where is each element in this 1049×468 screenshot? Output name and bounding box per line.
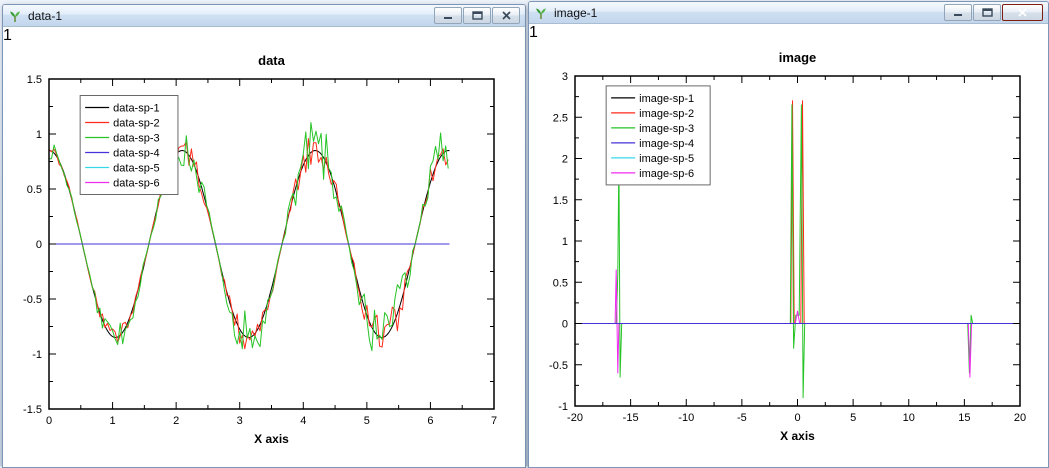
legend: data-sp-1 data-sp-2 data-sp-3 data-sp-4 data… [80, 96, 178, 195]
svg-text:3: 3 [562, 71, 568, 83]
svg-text:-20: -20 [567, 412, 583, 424]
legend-label: data-sp-3 [113, 133, 159, 145]
svg-text:2: 2 [173, 415, 179, 427]
window-client-area: 1 -20 -15 -10 -5 0 5 10 15 20 -1 -0.5 0 0.5 1 1.5 2 2.5 3… [529, 24, 1048, 455]
svg-text:-5: -5 [737, 412, 747, 424]
svg-text:-0.5: -0.5 [23, 294, 42, 306]
minimize-button[interactable] [434, 7, 462, 24]
window-data-1: data-1 1 0 1 2 3 4 5 6 7 -1.5 -1 -0.5 0 0.5 1 1.5 data X… [2, 4, 526, 468]
svg-text:0: 0 [562, 319, 568, 331]
legend-label: data-sp-1 [113, 103, 159, 115]
app-sprout-icon [7, 8, 23, 24]
window-title: image-1 [554, 6, 597, 20]
legend: image-sp-1 image-sp-2 image-sp-3 image-sp-4… [606, 86, 710, 185]
svg-text:1.5: 1.5 [27, 74, 42, 86]
legend-label: image-sp-6 [639, 168, 694, 180]
chart-title: image [779, 50, 817, 65]
svg-text:3: 3 [237, 415, 243, 427]
window-title: data-1 [28, 9, 62, 23]
legend-label: image-sp-1 [639, 93, 694, 105]
chart-title: data [258, 53, 286, 68]
legend-label: data-sp-5 [113, 163, 159, 175]
svg-text:2.5: 2.5 [553, 112, 568, 124]
window-image-1: image-1 1 -20-15-10-505101520-1-0.500.51… [528, 1, 1049, 468]
svg-text:1.5: 1.5 [553, 195, 568, 207]
svg-text:15: 15 [958, 412, 970, 424]
svg-text:0.5: 0.5 [27, 184, 42, 196]
app-sprout-icon [533, 5, 549, 21]
svg-text:20: 20 [1014, 412, 1026, 424]
window-client-area: 1 0 1 2 3 4 5 6 7 -1.5 -1 -0.5 0 0.5 1 1.5 data X axis da… [3, 27, 525, 458]
plot: -20 -15 -10 -5 0 5 10 15 20 -1 -0.5 0 0.5 1 1.5 2 2.5 3 im… [549, 50, 1026, 443]
legend-label: image-sp-3 [639, 123, 694, 135]
maximize-button[interactable] [463, 7, 491, 24]
plot: 0 1 2 3 4 5 6 7 -1.5 -1 -0.5 0 0.5 1 1.5 data X axis data… [23, 53, 497, 446]
titlebar[interactable]: image-1 [529, 2, 1048, 24]
svg-text:0: 0 [46, 415, 52, 427]
svg-text:-1: -1 [32, 349, 42, 361]
svg-text:-15: -15 [623, 412, 639, 424]
page-1-button[interactable]: 1 [529, 24, 1048, 42]
svg-text:-0.5: -0.5 [549, 360, 568, 372]
svg-text:-1: -1 [558, 401, 568, 413]
svg-text:5: 5 [850, 412, 856, 424]
data-chart[interactable]: 0 1 2 3 4 5 6 7 -1.5 -1 -0.5 0 0.5 1 1.5 data X axis data… [3, 45, 508, 453]
legend-label: image-sp-5 [639, 153, 694, 165]
page-1-button[interactable]: 1 [3, 27, 525, 45]
minimize-button[interactable] [944, 4, 972, 21]
svg-text:5: 5 [364, 415, 370, 427]
svg-text:2: 2 [562, 154, 568, 166]
svg-text:1: 1 [562, 236, 568, 248]
svg-text:-10: -10 [678, 412, 694, 424]
svg-text:-1.5: -1.5 [23, 404, 42, 416]
legend-label: data-sp-4 [113, 148, 159, 160]
svg-text:0.5: 0.5 [553, 277, 568, 289]
legend-label: image-sp-2 [639, 108, 694, 120]
svg-text:0: 0 [794, 412, 800, 424]
svg-text:0: 0 [36, 239, 42, 251]
window-controls [434, 7, 520, 24]
maximize-button[interactable] [973, 4, 1001, 21]
close-button[interactable] [1002, 4, 1043, 21]
svg-text:10: 10 [903, 412, 915, 424]
image-chart[interactable]: -20 -15 -10 -5 0 5 10 15 20 -1 -0.5 0 0.5 1 1.5 2 2.5 3 im… [529, 42, 1034, 450]
svg-text:1: 1 [110, 415, 116, 427]
legend-label: data-sp-2 [113, 118, 159, 130]
svg-text:1: 1 [36, 129, 42, 141]
x-axis-label: X axis [254, 432, 289, 446]
window-controls [944, 4, 1043, 21]
legend-label: image-sp-4 [639, 138, 694, 150]
titlebar[interactable]: data-1 [3, 5, 525, 27]
legend-label: data-sp-6 [113, 178, 159, 190]
x-axis-label: X axis [780, 429, 815, 443]
close-button[interactable] [492, 7, 520, 24]
svg-text:4: 4 [300, 415, 306, 427]
svg-text:7: 7 [491, 415, 497, 427]
svg-text:6: 6 [427, 415, 433, 427]
